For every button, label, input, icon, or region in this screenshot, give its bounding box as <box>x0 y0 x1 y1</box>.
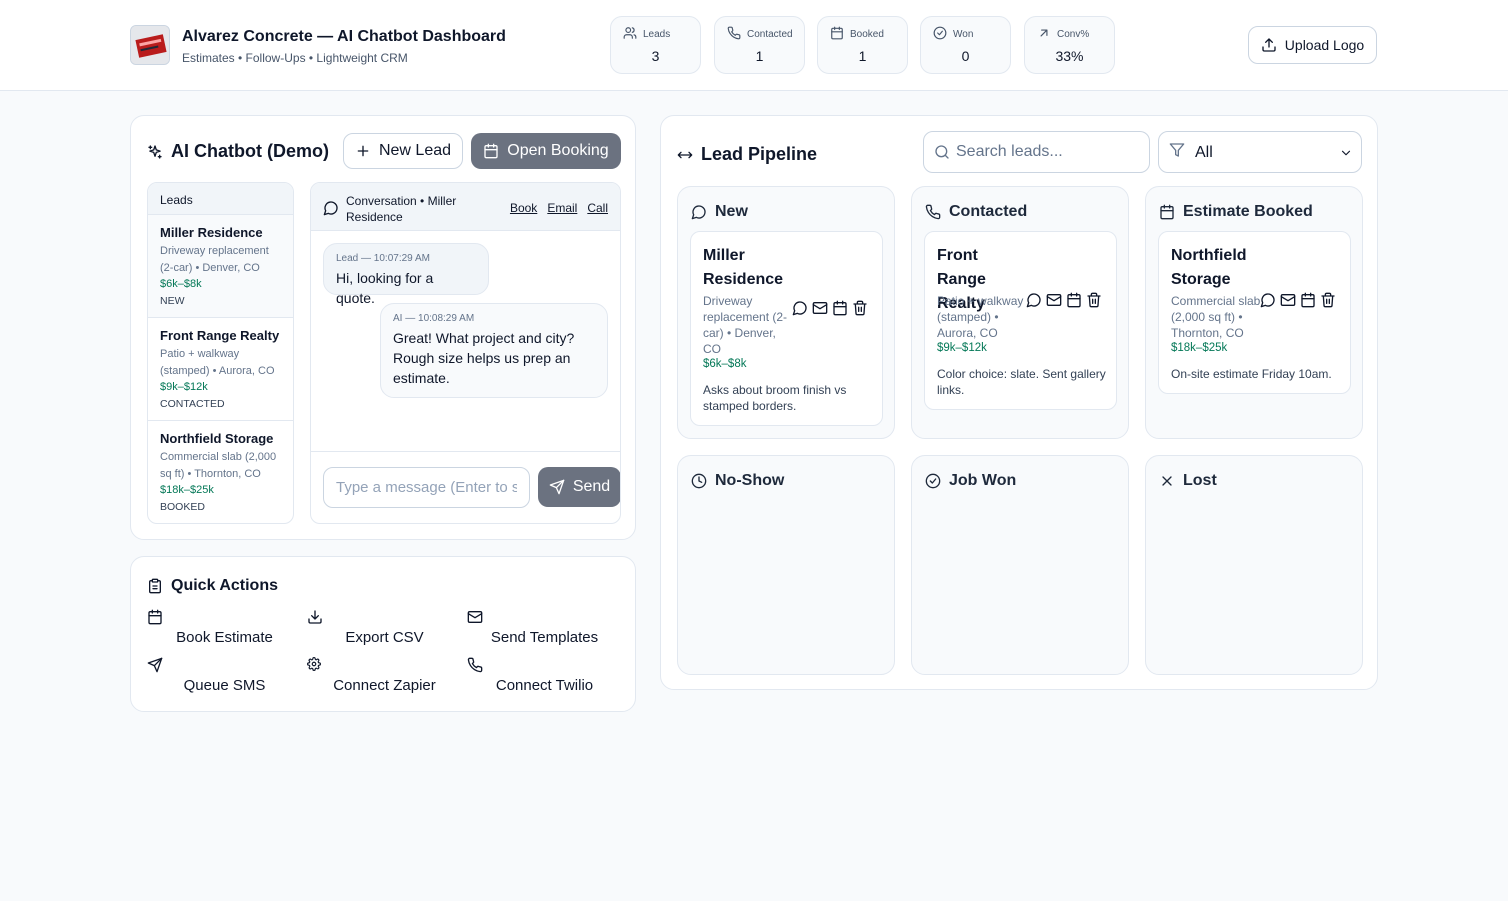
lead-card-front-range[interactable]: Front Range Realty Patio + walkway (stam… <box>924 231 1117 410</box>
quick-actions-title: Quick Actions <box>147 577 278 595</box>
app-header: Alvarez Concrete — AI Chatbot Dashboard … <box>0 0 1508 91</box>
pipeline-title: Lead Pipeline <box>677 144 817 165</box>
mail-icon[interactable] <box>1280 292 1296 308</box>
check-circle-icon <box>933 26 947 40</box>
clock-icon <box>691 473 707 489</box>
new-lead-button[interactable]: New Lead <box>343 133 463 169</box>
users-icon <box>623 26 637 40</box>
calendar-icon <box>830 26 844 40</box>
message-circle-icon <box>323 200 339 216</box>
message-icon[interactable] <box>792 300 808 316</box>
calendar-icon[interactable] <box>832 300 848 316</box>
calendar-icon <box>483 143 499 159</box>
quick-actions-panel: Quick Actions Book Estimate Export CSV S… <box>130 556 636 712</box>
company-logo <box>130 25 170 65</box>
message-input[interactable] <box>323 467 530 508</box>
app-title: Alvarez Concrete — AI Chatbot Dashboard <box>182 28 506 45</box>
column-lost: Lost <box>1145 455 1363 675</box>
phone-icon <box>467 657 483 673</box>
calendar-icon[interactable] <box>1066 292 1082 308</box>
search-box <box>923 131 1150 173</box>
arrow-up-right-icon <box>1037 26 1051 40</box>
stat-won: Won 0 <box>920 16 1011 74</box>
calendar-icon[interactable] <box>1300 292 1316 308</box>
mail-icon[interactable] <box>1046 292 1062 308</box>
upload-logo-button[interactable]: Upload Logo <box>1248 26 1377 64</box>
search-input[interactable] <box>956 132 1146 172</box>
pipeline-panel: Lead Pipeline All New Miller Residence D… <box>660 115 1378 690</box>
mail-icon <box>467 609 483 625</box>
conversation-pane: Conversation • Miller Residence Book Ema… <box>310 182 621 524</box>
send-icon <box>549 479 565 495</box>
column-job-won: Job Won <box>911 455 1129 675</box>
trash-icon[interactable] <box>852 300 868 316</box>
plus-icon <box>355 143 371 159</box>
email-link[interactable]: Email <box>547 201 577 215</box>
calendar-icon <box>147 609 163 625</box>
column-estimate-booked: Estimate Booked Northfield Storage Comme… <box>1145 186 1363 439</box>
app-subtitle: Estimates • Follow-Ups • Lightweight CRM <box>182 51 408 65</box>
open-booking-button[interactable]: Open Booking <box>471 133 621 169</box>
gear-icon <box>307 657 321 671</box>
send-button[interactable]: Send <box>538 467 620 507</box>
status-filter-select[interactable]: All <box>1158 131 1362 173</box>
message-icon[interactable] <box>1260 292 1276 308</box>
check-circle-icon <box>925 473 941 489</box>
message-icon[interactable] <box>1026 292 1042 308</box>
chat-message-lead: Lead — 10:07:29 AM Hi, looking for a quo… <box>323 243 489 306</box>
mail-icon[interactable] <box>812 300 828 316</box>
lead-item-front-range[interactable]: Front Range Realty Patio + walkway (stam… <box>148 318 293 421</box>
phone-icon <box>727 26 741 40</box>
column-new: New Miller Residence Driveway replacemen… <box>677 186 895 439</box>
trash-icon[interactable] <box>1320 292 1336 308</box>
connect-twilio-action[interactable]: Connect Twilio <box>467 657 622 701</box>
send-icon <box>147 657 163 673</box>
calendar-icon <box>1159 204 1175 220</box>
message-composer: Send <box>311 451 620 523</box>
clipboard-icon <box>147 578 163 594</box>
stat-contacted: Contacted 1 <box>714 16 805 74</box>
chevron-down-icon <box>1339 146 1353 160</box>
filter-icon <box>1169 142 1185 158</box>
lead-card-northfield[interactable]: Northfield Storage Commercial slab (2,00… <box>1158 231 1351 394</box>
x-icon <box>1159 473 1175 489</box>
connect-zapier-action[interactable]: Connect Zapier <box>307 657 462 701</box>
book-link[interactable]: Book <box>510 201 537 215</box>
arrows-left-right-icon <box>677 147 693 163</box>
send-templates-action[interactable]: Send Templates <box>467 609 622 653</box>
lead-item-northfield[interactable]: Northfield Storage Commercial slab (2,00… <box>148 421 293 523</box>
trash-icon[interactable] <box>1086 292 1102 308</box>
stat-conversion: Conv% 33% <box>1024 16 1115 74</box>
lead-card-miller[interactable]: Miller Residence Driveway replacement (2… <box>690 231 883 426</box>
message-circle-icon <box>691 204 707 220</box>
queue-sms-action[interactable]: Queue SMS <box>147 657 302 701</box>
chatbot-panel: AI Chatbot (Demo) New Lead Open Booking … <box>130 115 636 540</box>
stat-booked: Booked 1 <box>817 16 908 74</box>
download-icon <box>307 609 323 625</box>
export-csv-action[interactable]: Export CSV <box>307 609 462 653</box>
column-no-show: No-Show <box>677 455 895 675</box>
search-icon <box>934 144 950 160</box>
chatbot-title: AI Chatbot (Demo) <box>147 141 329 162</box>
sparkles-icon <box>147 144 163 160</box>
chat-message-ai: AI — 10:08:29 AM Great! What project and… <box>380 303 608 398</box>
conversation-header: Conversation • Miller Residence Book Ema… <box>311 183 620 231</box>
column-contacted: Contacted Front Range Realty Patio + wal… <box>911 186 1129 439</box>
lead-item-miller[interactable]: Miller Residence Driveway replacement (2… <box>148 215 293 318</box>
stat-leads: Leads 3 <box>610 16 701 74</box>
leads-list: Leads Miller Residence Driveway replacem… <box>147 182 294 524</box>
book-estimate-action[interactable]: Book Estimate <box>147 609 302 653</box>
call-link[interactable]: Call <box>587 201 608 215</box>
upload-icon <box>1261 37 1277 53</box>
leads-list-header: Leads <box>148 183 293 215</box>
phone-icon <box>925 204 941 220</box>
conversation-title: Conversation • Miller Residence <box>346 194 457 224</box>
